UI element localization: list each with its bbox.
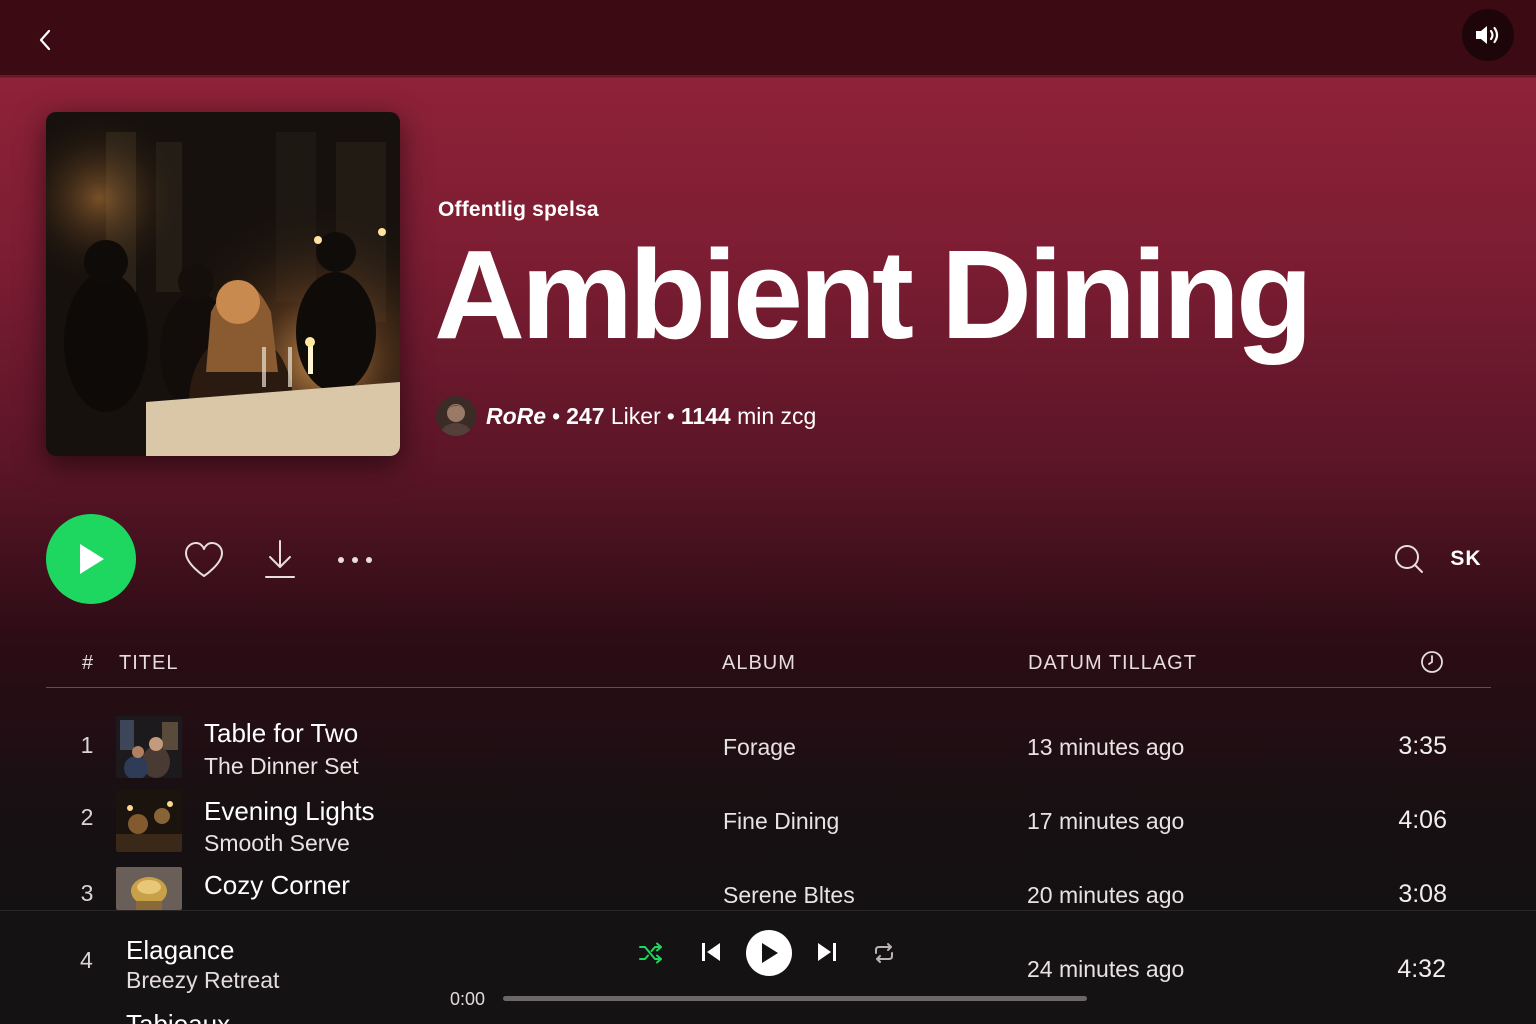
likes-count: 247 xyxy=(566,402,605,429)
repeat-button[interactable] xyxy=(870,940,898,966)
meta-separator: • xyxy=(666,402,675,429)
clock-icon[interactable] xyxy=(1420,650,1444,680)
track-album[interactable]: Fine Dining xyxy=(723,808,839,835)
track-duration: 3:08 xyxy=(1398,880,1447,908)
more-icon xyxy=(338,557,372,563)
speaker-icon xyxy=(1476,26,1499,44)
download-button[interactable] xyxy=(260,536,300,582)
player-bar: 4 Elagance Breezy Retreat Tabieaux 0:00 … xyxy=(0,910,1536,1024)
top-bar xyxy=(0,0,1536,76)
skip-forward-icon xyxy=(818,943,836,961)
more-options-button[interactable] xyxy=(332,548,378,572)
duration-label: min zcg xyxy=(737,402,817,429)
repeat-icon xyxy=(875,943,893,963)
chevron-left-icon xyxy=(39,29,51,51)
now-playing-title[interactable]: Elagance xyxy=(126,935,234,966)
playlist-cover-image xyxy=(46,112,400,456)
volume-button[interactable] xyxy=(1462,9,1514,61)
play-icon xyxy=(80,544,104,574)
track-number: 1 xyxy=(80,732,94,758)
search-icon xyxy=(1395,545,1423,573)
track-row[interactable]: 2 Evening Lights Smooth Serve Fine Dinin… xyxy=(46,786,1491,860)
track-duration: 3:35 xyxy=(1398,732,1447,760)
sort-button[interactable]: SK xyxy=(1446,544,1486,574)
playlist-title: Ambient Dining xyxy=(434,224,1313,365)
track-duration: 4:32 xyxy=(1397,955,1446,983)
track-number: 3 xyxy=(80,880,94,906)
duration-value: 1144 xyxy=(680,402,731,429)
elapsed-time: 0:00 xyxy=(450,989,486,1009)
track-date-added: 13 minutes ago xyxy=(1027,734,1185,760)
play-icon xyxy=(762,943,778,963)
track-duration: 4:06 xyxy=(1398,806,1447,834)
next-track-title[interactable]: Tabieaux xyxy=(126,1009,230,1024)
previous-button[interactable] xyxy=(698,939,724,965)
like-button[interactable] xyxy=(181,538,227,582)
column-number: # xyxy=(82,652,95,674)
skip-back-icon xyxy=(702,943,720,961)
track-album[interactable]: Forage xyxy=(723,734,796,761)
play-button[interactable] xyxy=(46,514,136,604)
shuffle-icon xyxy=(639,942,662,964)
playlist-type-label: Offentlig spelsa xyxy=(438,198,599,221)
download-icon xyxy=(265,540,295,578)
progress-bar[interactable] xyxy=(503,996,1087,1001)
search-in-playlist-button[interactable] xyxy=(1390,540,1428,578)
owner-name[interactable]: RoRe xyxy=(486,403,546,430)
track-title[interactable]: Table for Two xyxy=(204,718,358,749)
meta-separator: • xyxy=(552,402,561,429)
track-title[interactable]: Evening Lights xyxy=(204,796,375,827)
playlist-page: Offentlig spelsa Ambient Dining RoRe • 2… xyxy=(0,0,1536,1024)
heart-icon xyxy=(185,542,223,577)
track-artist[interactable]: The Dinner Set xyxy=(204,753,359,780)
back-button[interactable] xyxy=(30,24,60,56)
next-button[interactable] xyxy=(814,939,840,965)
playlist-meta: RoRe • 247 Liker • 1144 min zcg xyxy=(436,394,816,438)
column-title[interactable]: TITEL xyxy=(119,652,178,675)
shuffle-button[interactable] xyxy=(636,940,666,966)
track-thumbnail xyxy=(116,790,182,852)
likes-label: Liker xyxy=(610,402,661,429)
now-playing-artist[interactable]: Breezy Retreat xyxy=(126,967,279,994)
track-album[interactable]: Serene Bltes xyxy=(723,882,855,909)
track-artist[interactable]: Smooth Serve xyxy=(204,830,350,857)
track-number: 4 xyxy=(80,947,93,973)
player-play-button[interactable] xyxy=(746,930,792,976)
track-table-header: # TITEL ALBUM DATUM TILLAGT xyxy=(46,644,1491,688)
track-row[interactable]: 1 Table for Two The Dinner Set Forage 13… xyxy=(46,712,1491,786)
track-thumbnail xyxy=(116,716,182,778)
track-date-added: 20 minutes ago xyxy=(1027,882,1185,908)
track-title[interactable]: Cozy Corner xyxy=(204,870,350,901)
column-date-added[interactable]: DATUM TILLAGT xyxy=(1028,652,1197,675)
track-date-added: 17 minutes ago xyxy=(1027,808,1185,834)
track-date-added: 24 minutes ago xyxy=(1027,956,1185,982)
owner-avatar[interactable] xyxy=(436,396,476,436)
track-thumbnail xyxy=(116,867,182,910)
track-number: 2 xyxy=(80,804,94,830)
column-album[interactable]: ALBUM xyxy=(722,652,796,675)
